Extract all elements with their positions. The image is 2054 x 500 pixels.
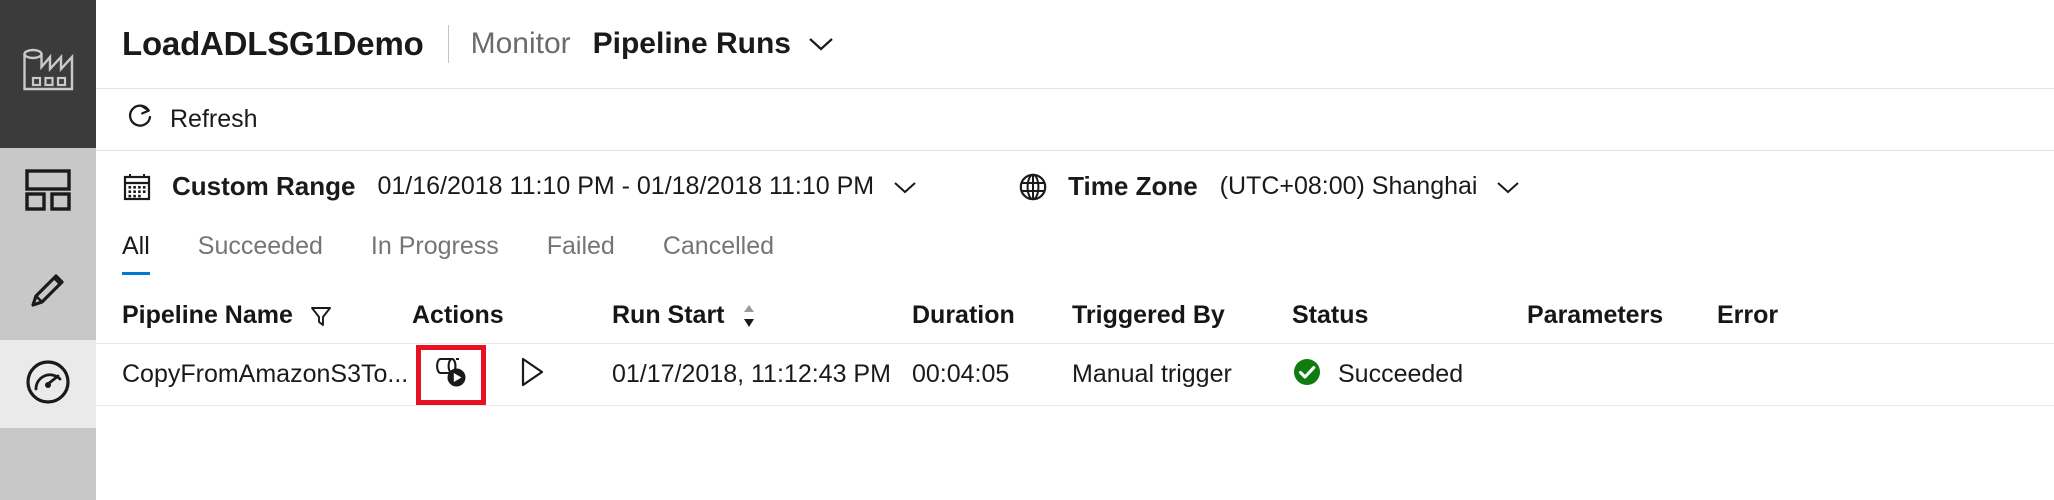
data-factory-logo [0, 0, 96, 148]
custom-range-label: Custom Range [172, 171, 356, 201]
refresh-label: Refresh [170, 105, 258, 133]
gauge-monitor-icon [24, 358, 72, 411]
status-badge: Succeeded [1338, 360, 1464, 388]
chevron-down-icon[interactable] [807, 35, 835, 53]
chevron-down-icon[interactable] [1495, 179, 1521, 195]
tab-in-progress[interactable]: In Progress [371, 222, 499, 275]
cell-actions [412, 344, 612, 405]
column-label: Error [1717, 301, 1779, 329]
column-header-run-start[interactable]: Run Start [612, 301, 912, 330]
triggered-by-text: Manual trigger [1072, 360, 1232, 388]
status-filter-tabs: All Succeeded In Progress Failed Cancell… [96, 222, 2054, 288]
tab-all[interactable]: All [122, 222, 150, 275]
pipeline-name-text: CopyFromAmazonS3To... [122, 360, 409, 388]
tab-cancelled[interactable]: Cancelled [663, 222, 774, 275]
factory-name: LoadADLSG1Demo [122, 25, 424, 62]
refresh-button[interactable]: Refresh [122, 96, 268, 143]
column-label: Duration [912, 301, 1015, 329]
filter-bar: Custom Range 01/16/2018 11:10 PM - 01/18… [96, 150, 2054, 222]
column-label: Parameters [1527, 301, 1664, 329]
column-header-actions: Actions [412, 301, 612, 330]
view-activity-runs-icon [432, 355, 470, 394]
refresh-circular-arrow-icon [126, 102, 156, 137]
column-label: Run Start [612, 301, 725, 329]
rerun-play-triangle-icon [517, 355, 547, 394]
rail-item-author[interactable] [0, 248, 96, 336]
column-header-error: Error [1717, 301, 1857, 330]
column-label: Triggered By [1072, 301, 1225, 329]
time-zone-label: Time Zone [1068, 171, 1198, 201]
rail-spacer [0, 428, 96, 500]
column-header-duration: Duration [912, 301, 1072, 330]
cell-status: Succeeded [1292, 357, 1527, 392]
time-zone-value: (UTC+08:00) Shanghai [1219, 172, 1478, 200]
pencil-author-icon [25, 267, 71, 318]
page-header: LoadADLSG1Demo Monitor Pipeline Runs [96, 0, 2054, 88]
success-check-circle-icon [1292, 357, 1322, 392]
view-activity-runs-button[interactable] [416, 344, 486, 405]
chevron-down-icon[interactable] [892, 179, 918, 195]
column-header-pipeline-name[interactable]: Pipeline Name [122, 301, 412, 330]
cell-duration: 00:04:05 [912, 360, 1072, 389]
column-header-triggered-by: Triggered By [1072, 301, 1292, 330]
hub-label: Monitor [470, 27, 571, 60]
home-dashboard-icon [25, 168, 71, 216]
tab-failed[interactable]: Failed [547, 222, 615, 275]
calendar-icon [122, 172, 152, 202]
duration-text: 00:04:05 [912, 360, 1010, 388]
table-header-row: Pipeline Name Actions Run Start Duration… [96, 288, 2054, 344]
pipeline-runs-table: Pipeline Name Actions Run Start Duration… [96, 288, 2054, 406]
page-title: Pipeline Runs [592, 27, 791, 60]
time-zone-filter[interactable]: Time Zone (UTC+08:00) Shanghai [1018, 171, 1521, 202]
globe-icon [1018, 172, 1048, 202]
cell-triggered-by: Manual trigger [1072, 360, 1292, 389]
rail-item-home[interactable] [0, 148, 96, 236]
rerun-button[interactable] [504, 347, 560, 403]
command-bar: Refresh [96, 88, 2054, 150]
pipeline-runs-page: LoadADLSG1Demo Monitor Pipeline Runs Ref… [0, 0, 2054, 500]
tab-succeeded[interactable]: Succeeded [198, 222, 323, 275]
header-divider [447, 25, 449, 63]
custom-range-value: 01/16/2018 11:10 PM - 01/18/2018 11:10 P… [377, 172, 875, 200]
custom-range-filter[interactable]: Custom Range 01/16/2018 11:10 PM - 01/18… [122, 171, 918, 202]
column-header-status: Status [1292, 301, 1527, 330]
rail-item-monitor[interactable] [0, 340, 96, 428]
data-factory-logo-icon [20, 47, 76, 102]
column-label: Status [1292, 301, 1369, 329]
cell-run-start: 01/17/2018, 11:12:43 PM [612, 360, 912, 389]
filter-funnel-icon[interactable] [309, 304, 333, 328]
run-start-text: 01/17/2018, 11:12:43 PM [612, 360, 891, 388]
column-header-parameters: Parameters [1527, 301, 1717, 330]
cell-pipeline-name[interactable]: CopyFromAmazonS3To... [122, 360, 412, 389]
left-nav-rail [0, 0, 96, 500]
sort-updown-icon[interactable] [741, 303, 757, 329]
column-label: Actions [412, 301, 504, 329]
table-row[interactable]: CopyFromAmazonS3To... 01/17/2018, 11:12:… [96, 344, 2054, 406]
column-label: Pipeline Name [122, 301, 293, 329]
